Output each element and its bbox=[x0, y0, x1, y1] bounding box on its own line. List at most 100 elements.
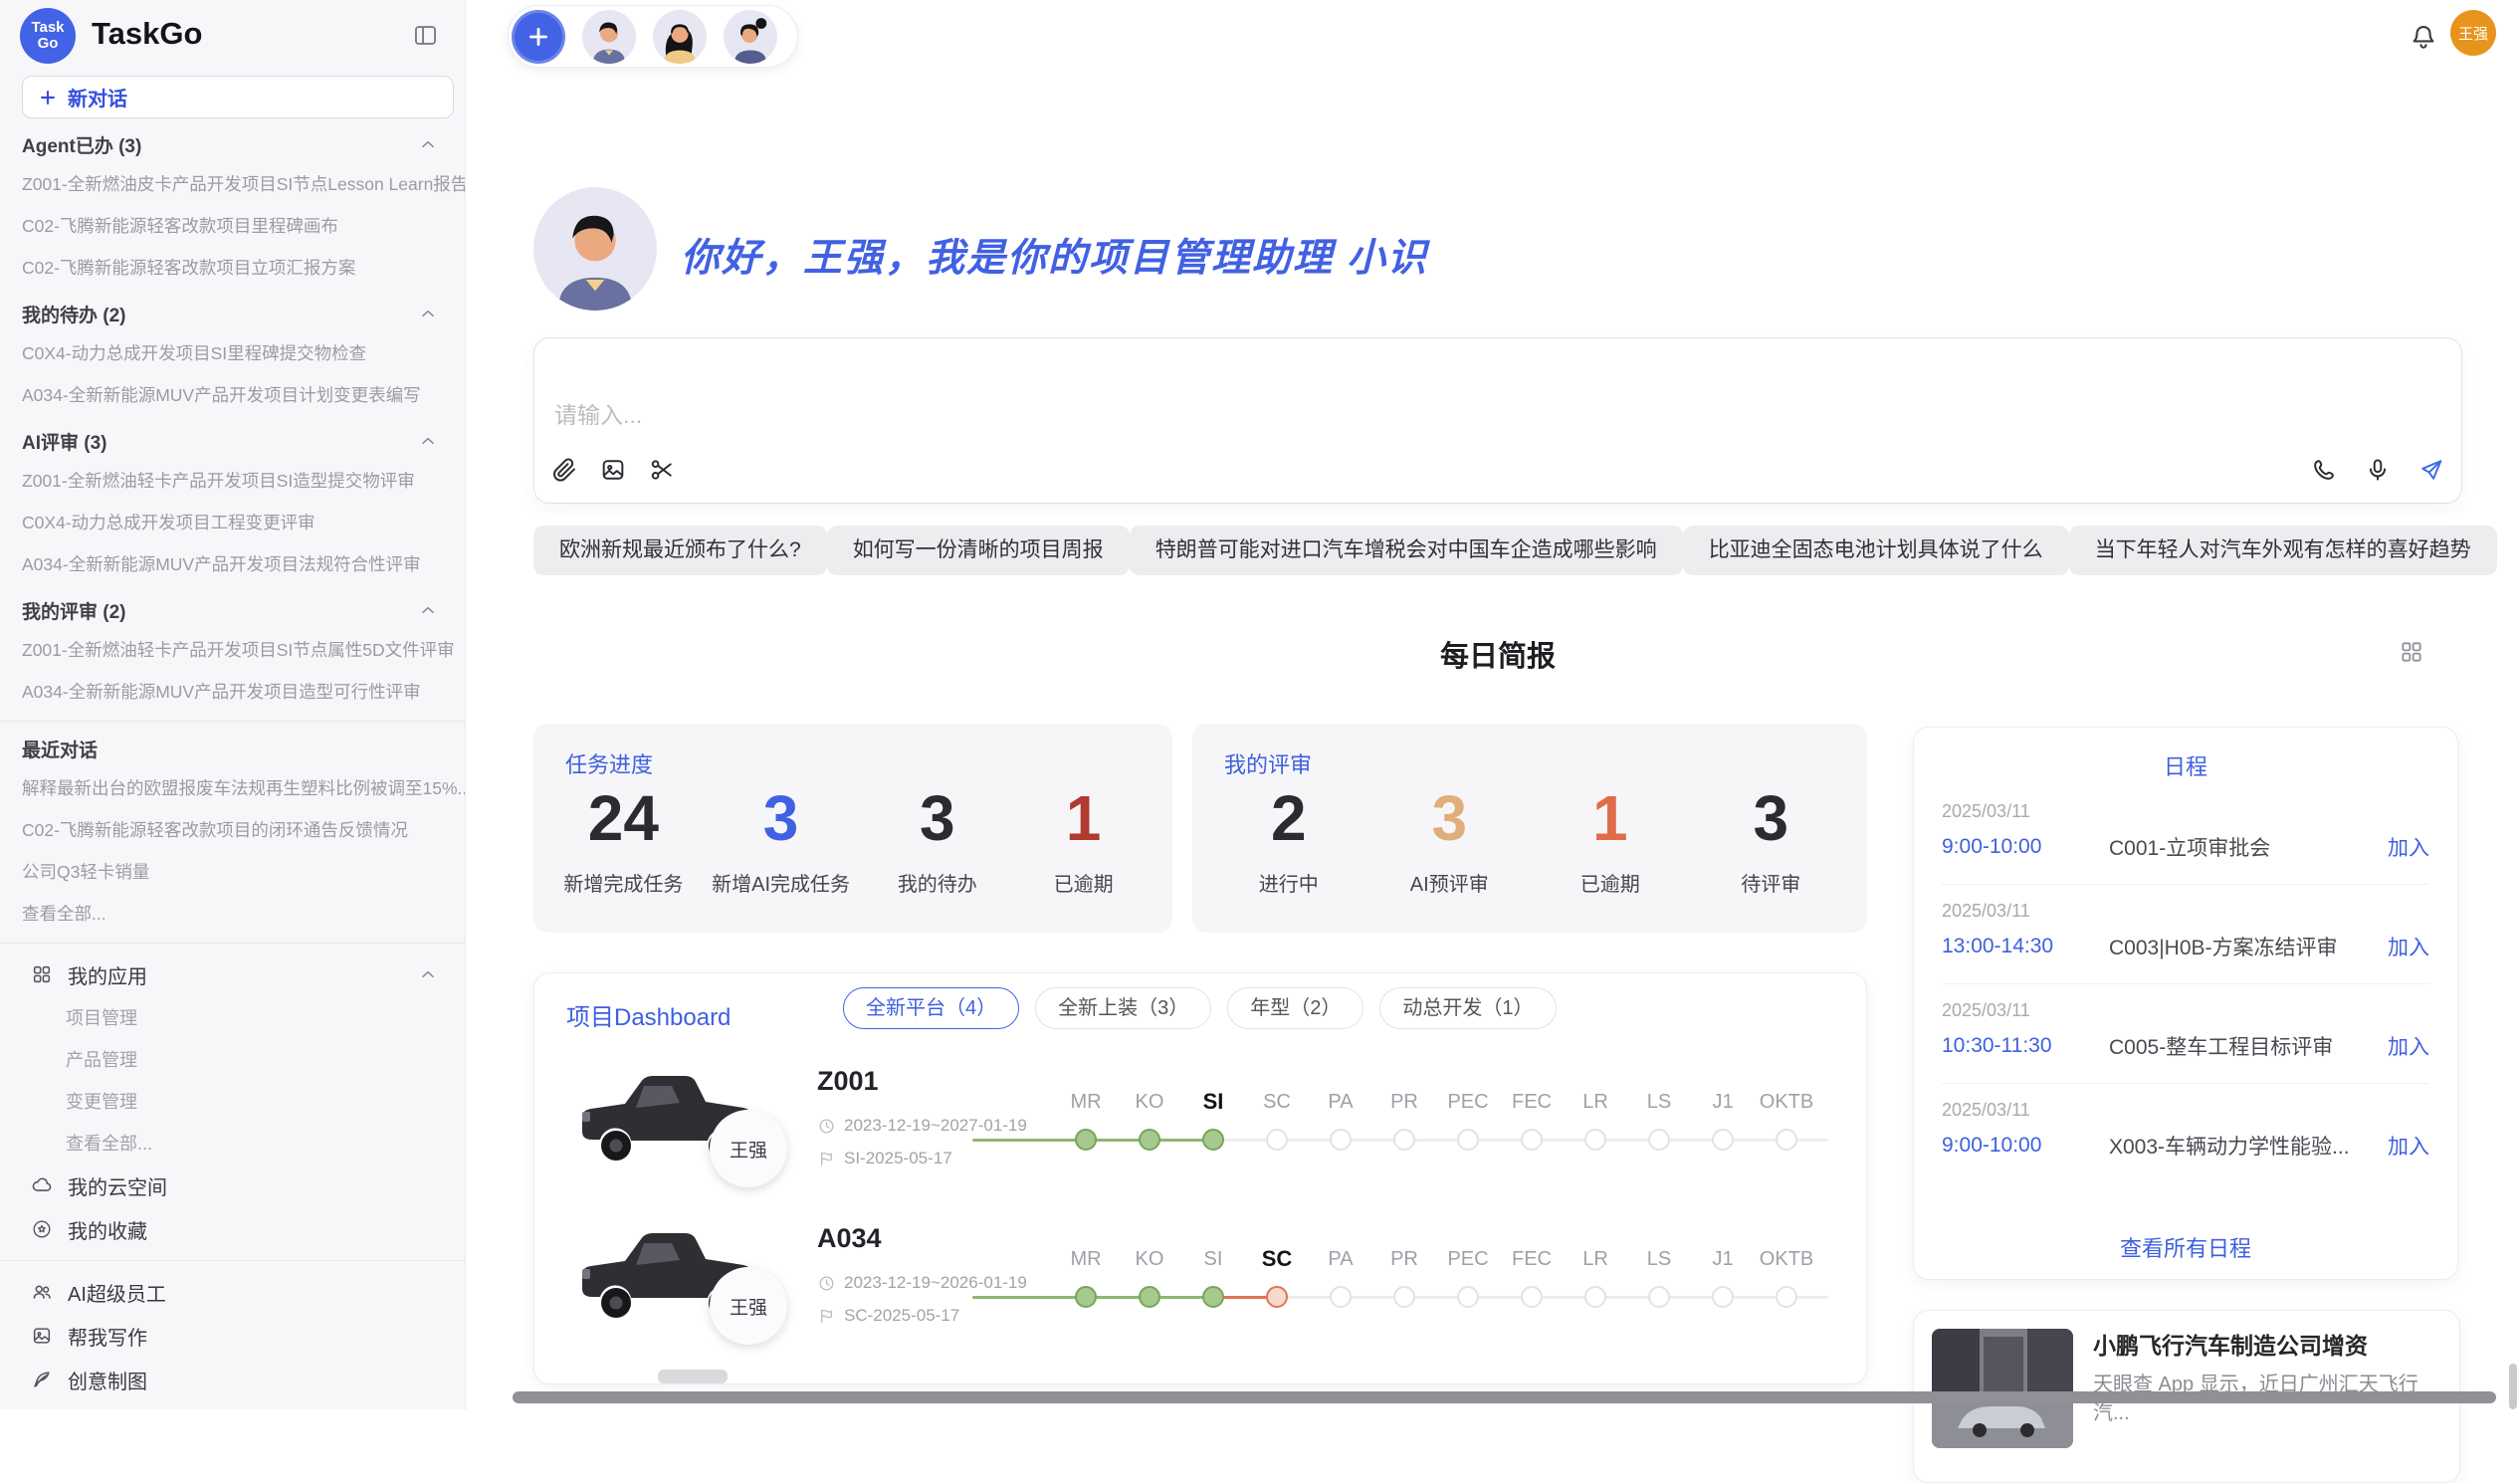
sidebar-item-feather[interactable]: 创意制图 bbox=[0, 1358, 465, 1401]
sidebar-section-header[interactable]: 我的待办 (2) bbox=[0, 296, 465, 331]
layout-grid-icon[interactable] bbox=[2399, 639, 2424, 665]
sidebar-app-item[interactable]: 项目管理 bbox=[0, 996, 465, 1038]
milestone-label: KO bbox=[1136, 1239, 1164, 1279]
project-row[interactable]: 王强A0342023-12-19~2026-01-19SC-2025-05-17… bbox=[534, 1203, 1866, 1361]
sidebar-item-star[interactable]: 我的收藏 bbox=[0, 1207, 465, 1251]
sidebar-item[interactable]: C0X4-动力总成开发项目SI里程碑提交物检查 bbox=[0, 331, 465, 373]
milestone[interactable]: PR bbox=[1372, 1082, 1436, 1151]
assistant-avatar[interactable] bbox=[653, 10, 707, 64]
milestone[interactable]: LS bbox=[1627, 1239, 1691, 1308]
apps-view-all-link[interactable]: 查看全部... bbox=[0, 1122, 465, 1164]
suggestion-chip[interactable]: 如何写一份清晰的项目周报 bbox=[827, 526, 1130, 575]
sidebar-item[interactable]: C0X4-动力总成开发项目工程变更评审 bbox=[0, 501, 465, 542]
recent-view-all-link[interactable]: 查看全部... bbox=[0, 892, 465, 934]
milestone[interactable]: LR bbox=[1564, 1239, 1627, 1308]
sidebar-item[interactable]: Z001-全新燃油轻卡产品开发项目SI造型提交物评审 bbox=[0, 459, 465, 501]
dashboard-tab[interactable]: 全新上装（3） bbox=[1035, 987, 1211, 1029]
assistant-avatar[interactable] bbox=[582, 10, 636, 64]
screenshot-icon[interactable] bbox=[648, 456, 676, 484]
add-assistant-button[interactable] bbox=[512, 10, 565, 64]
dashboard-tab[interactable]: 全新平台（4） bbox=[843, 987, 1019, 1029]
sidebar-item[interactable]: Z001-全新燃油皮卡产品开发项目SI节点Lesson Learn报告 bbox=[0, 162, 465, 204]
sidebar-item-cloud[interactable]: 我的云空间 bbox=[0, 1164, 465, 1207]
milestone[interactable]: FEC bbox=[1500, 1239, 1564, 1308]
schedule-item[interactable]: 2025/03/119:00-10:00C001-立项审批会加入 bbox=[1942, 785, 2429, 885]
sidebar-item[interactable]: Z001-全新燃油轻卡产品开发项目SI节点属性5D文件评审 bbox=[0, 628, 465, 670]
schedule-date: 2025/03/11 bbox=[1942, 1100, 2429, 1121]
view-all-schedule-link[interactable]: 查看所有日程 bbox=[1914, 1231, 2457, 1263]
sidebar-recent-title: 最近对话 bbox=[22, 736, 98, 762]
milestone[interactable]: OKTB bbox=[1755, 1082, 1818, 1151]
stat-column: 2进行中 bbox=[1230, 785, 1348, 897]
voice-call-icon[interactable] bbox=[2310, 456, 2338, 484]
milestone-dot bbox=[1075, 1286, 1097, 1308]
milestone[interactable]: PA bbox=[1309, 1239, 1372, 1308]
sidebar-item[interactable]: C02-飞腾新能源轻客改款项目里程碑画布 bbox=[0, 204, 465, 246]
dashboard-tab[interactable]: 年型（2） bbox=[1227, 987, 1364, 1029]
sidebar-item[interactable]: C02-飞腾新能源轻客改款项目立项汇报方案 bbox=[0, 246, 465, 288]
milestone-dot bbox=[1521, 1129, 1543, 1151]
milestone[interactable]: LS bbox=[1627, 1082, 1691, 1151]
schedule-item[interactable]: 2025/03/119:00-10:00X003-车辆动力学性能验...加入 bbox=[1942, 1084, 2429, 1182]
user-avatar[interactable]: 王强 bbox=[2450, 10, 2496, 56]
send-icon[interactable] bbox=[2417, 456, 2445, 484]
project-row[interactable]: 王强Z0012023-12-19~2027-01-19SI-2025-05-17… bbox=[534, 1046, 1866, 1203]
sidebar-item-people[interactable]: AI超级员工 bbox=[0, 1270, 465, 1314]
join-meeting-link[interactable]: 加入 bbox=[2388, 1031, 2429, 1061]
milestone[interactable]: PEC bbox=[1436, 1082, 1500, 1151]
insert-image-icon[interactable] bbox=[599, 456, 627, 484]
assistant-avatar[interactable] bbox=[724, 10, 777, 64]
join-meeting-link[interactable]: 加入 bbox=[2388, 1131, 2429, 1161]
sidebar-app-item[interactable]: 产品管理 bbox=[0, 1038, 465, 1080]
milestone[interactable]: LR bbox=[1564, 1082, 1627, 1151]
attach-file-icon[interactable] bbox=[550, 456, 578, 484]
suggestion-chip[interactable]: 特朗普可能对进口汽车增税会对中国车企造成哪些影响 bbox=[1130, 526, 1683, 575]
milestone-dot bbox=[1330, 1129, 1352, 1151]
stat-column: 3我的待办 bbox=[879, 785, 996, 897]
sidebar-item-write[interactable]: 帮我写作 bbox=[0, 1314, 465, 1358]
recent-conversation-item[interactable]: C02-飞腾新能源轻客改款项目的闭环通告反馈情况 bbox=[0, 808, 465, 850]
sidebar-section-header[interactable]: Agent已办 (3) bbox=[0, 126, 465, 162]
milestone-dot bbox=[1584, 1286, 1606, 1308]
milestone[interactable]: OKTB bbox=[1755, 1239, 1818, 1308]
milestone[interactable]: MR bbox=[1054, 1082, 1118, 1151]
milestone[interactable]: SI bbox=[1181, 1082, 1245, 1151]
recent-conversation-item[interactable]: 解释最新出台的欧盟报废车法规再生塑料比例被调至15%... bbox=[0, 766, 465, 808]
sidebar-item-my-apps[interactable]: 我的应用 bbox=[0, 953, 465, 996]
vertical-scrollbar[interactable] bbox=[2509, 1364, 2517, 1409]
sidebar-section-header[interactable]: AI评审 (3) bbox=[0, 423, 465, 459]
milestone[interactable]: J1 bbox=[1691, 1239, 1755, 1308]
sidebar-item[interactable]: A034-全新新能源MUV产品开发项目法规符合性评审 bbox=[0, 542, 465, 584]
chat-input-card[interactable]: 请输入... bbox=[533, 337, 2462, 504]
schedule-event-title: C001-立项审批会 bbox=[2109, 832, 2388, 862]
join-meeting-link[interactable]: 加入 bbox=[2388, 932, 2429, 961]
collapse-sidebar-icon[interactable] bbox=[412, 22, 439, 49]
schedule-item[interactable]: 2025/03/1113:00-14:30C003|H0B-方案冻结评审加入 bbox=[1942, 885, 2429, 984]
milestone[interactable]: KO bbox=[1118, 1082, 1181, 1151]
microphone-icon[interactable] bbox=[2364, 456, 2392, 484]
suggestion-chip[interactable]: 比亚迪全固态电池计划具体说了什么 bbox=[1683, 526, 2069, 575]
milestone[interactable]: J1 bbox=[1691, 1082, 1755, 1151]
suggestion-chip[interactable]: 欧洲新规最近颁布了什么? bbox=[533, 526, 827, 575]
milestone[interactable]: PEC bbox=[1436, 1239, 1500, 1308]
milestone[interactable]: KO bbox=[1118, 1239, 1181, 1308]
join-meeting-link[interactable]: 加入 bbox=[2388, 832, 2429, 862]
sidebar-item[interactable]: A034-全新新能源MUV产品开发项目造型可行性评审 bbox=[0, 670, 465, 712]
milestone[interactable]: PR bbox=[1372, 1239, 1436, 1308]
milestone[interactable]: SC bbox=[1245, 1239, 1309, 1308]
recent-conversation-item[interactable]: 公司Q3轻卡销量 bbox=[0, 850, 465, 892]
suggestion-chip[interactable]: 当下年轻人对汽车外观有怎样的喜好趋势 bbox=[2069, 526, 2497, 575]
milestone[interactable]: MR bbox=[1054, 1239, 1118, 1308]
horizontal-scrollbar[interactable] bbox=[513, 1391, 2496, 1403]
milestone[interactable]: PA bbox=[1309, 1082, 1372, 1151]
sidebar-app-item[interactable]: 变更管理 bbox=[0, 1080, 465, 1122]
milestone[interactable]: SC bbox=[1245, 1082, 1309, 1151]
new-chat-button[interactable]: 新对话 bbox=[22, 76, 454, 118]
sidebar-section-header[interactable]: 我的评审 (2) bbox=[0, 592, 465, 628]
milestone[interactable]: SI bbox=[1181, 1239, 1245, 1308]
dashboard-tab[interactable]: 动总开发（1） bbox=[1379, 987, 1556, 1029]
schedule-item[interactable]: 2025/03/1110:30-11:30C005-整车工程目标评审加入 bbox=[1942, 984, 2429, 1084]
sidebar-item[interactable]: A034-全新新能源MUV产品开发项目计划变更表编写 bbox=[0, 373, 465, 415]
notifications-bell-icon[interactable] bbox=[2409, 22, 2438, 52]
milestone[interactable]: FEC bbox=[1500, 1082, 1564, 1151]
